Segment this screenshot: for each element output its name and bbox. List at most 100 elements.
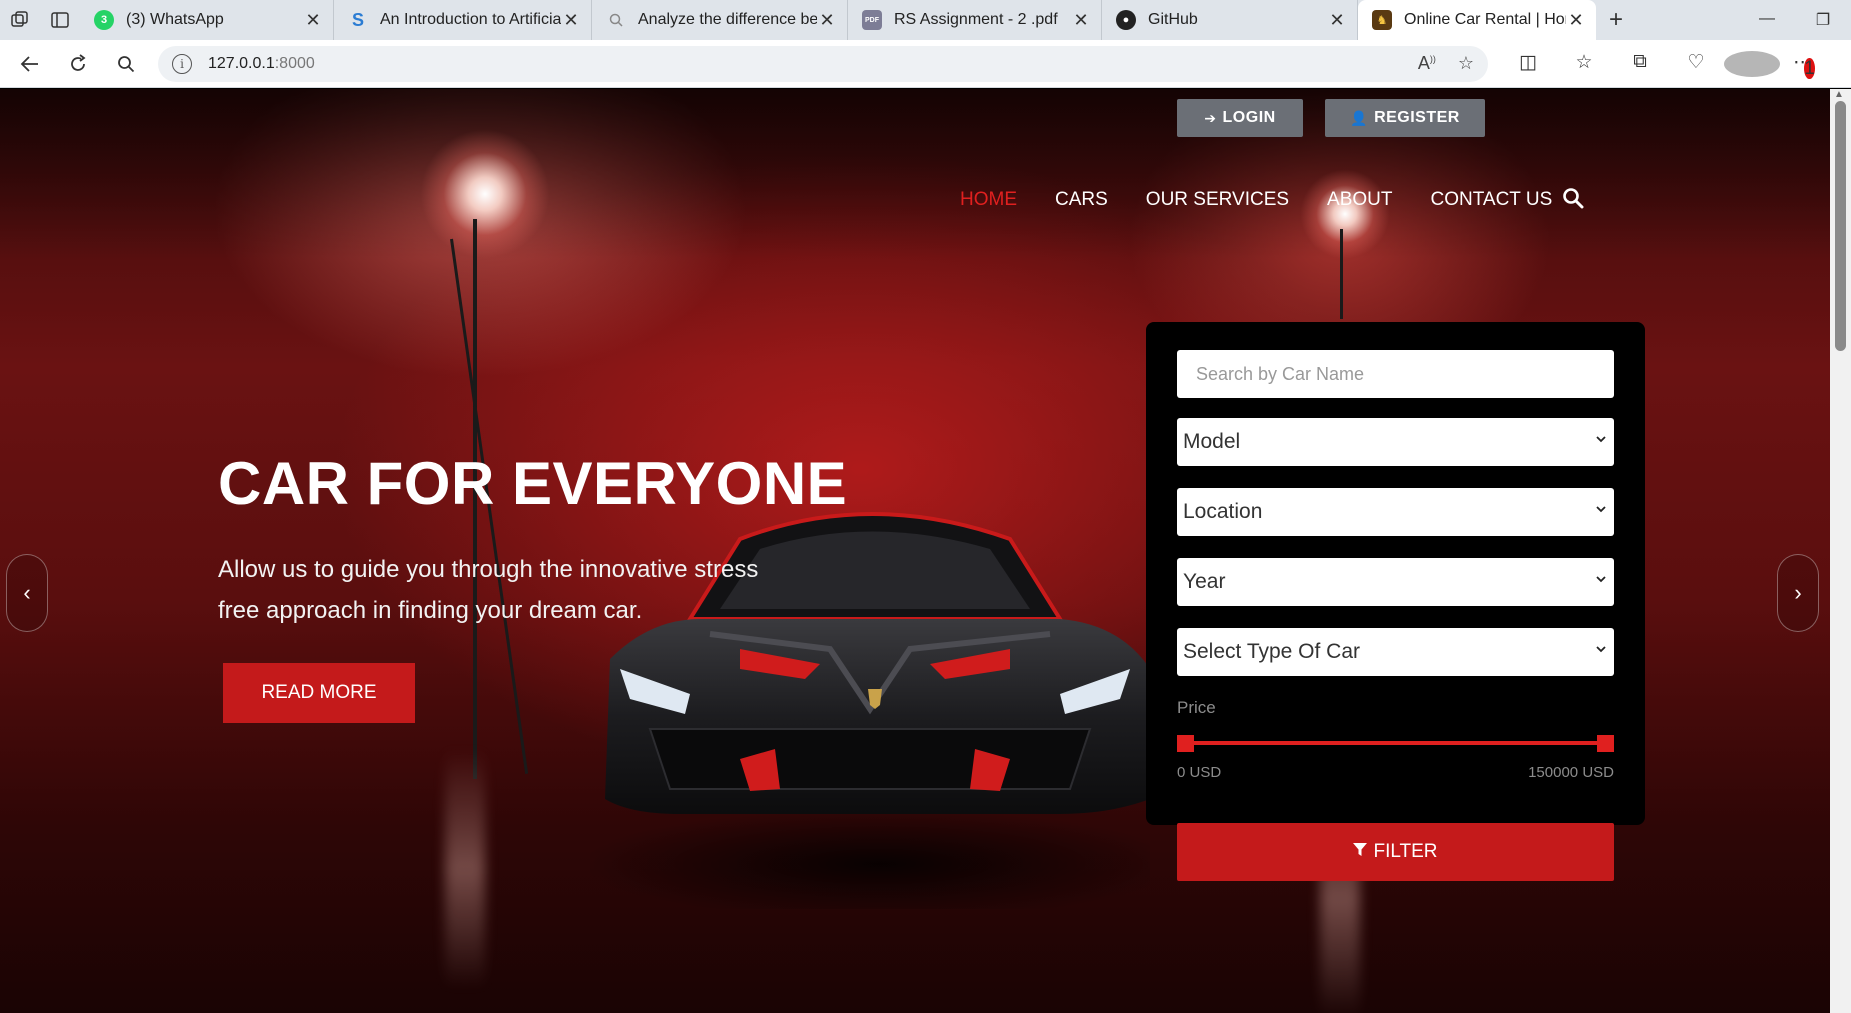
profile-avatar[interactable] — [1724, 50, 1780, 77]
login-button[interactable]: ➔ LOGIN — [1177, 99, 1303, 137]
whatsapp-icon: 3 — [94, 10, 114, 30]
filter-button-label: FILTER — [1373, 841, 1438, 862]
main-nav: HOME CARS OUR SERVICES ABOUT CONTACT US — [960, 189, 1590, 211]
browser-tab-analyze[interactable]: Analyze the difference bet ✕ — [592, 0, 848, 40]
collections-icon[interactable]: ⧉ — [1612, 51, 1668, 77]
register-button[interactable]: 👤 REGISTER — [1325, 99, 1485, 137]
search-icon[interactable] — [102, 40, 150, 88]
model-select-value: Model — [1183, 430, 1241, 453]
hero-title: CAR FOR EVERYONE — [218, 450, 848, 517]
filter-funnel-icon — [1353, 842, 1368, 862]
browser-tab-strip: 3 (3) WhatsApp ✕ S An Introduction to Ar… — [0, 0, 1851, 40]
close-tab-icon[interactable]: ✕ — [1566, 10, 1586, 31]
chevron-left-icon: ‹ — [23, 580, 31, 605]
price-range-track — [1185, 741, 1606, 745]
favorites-icon[interactable]: ☆ — [1556, 51, 1612, 77]
omnibox-actions: A)) ☆ — [1418, 53, 1474, 74]
hero-section: ➔ LOGIN 👤 REGISTER HOME CARS OUR SERVICES … — [0, 89, 1830, 1013]
sports-car-image — [590, 512, 1150, 909]
nav-about[interactable]: ABOUT — [1327, 189, 1392, 211]
url-text: 127.0.0.1:8000 — [208, 55, 315, 73]
location-select[interactable]: Location — [1177, 488, 1614, 536]
price-min-value: 0 USD — [1177, 764, 1222, 781]
browser-tab-whatsapp[interactable]: 3 (3) WhatsApp ✕ — [80, 0, 334, 40]
car-type-select[interactable]: Select Type Of Car — [1177, 628, 1614, 676]
chevron-down-icon — [1596, 646, 1606, 653]
carousel-next-button[interactable]: › — [1777, 554, 1819, 632]
floor-reflection — [445, 749, 485, 989]
url-host: 127.0.0.1 — [208, 54, 275, 72]
chevron-down-icon — [1596, 436, 1606, 443]
page-scrollbar[interactable]: ▲ — [1830, 89, 1851, 1013]
close-tab-icon[interactable]: ✕ — [1071, 10, 1091, 31]
close-tab-icon[interactable]: ✕ — [303, 10, 323, 31]
browser-tab-car-rental[interactable]: ♞ Online Car Rental | Home ✕ — [1358, 0, 1596, 40]
new-tab-icon[interactable]: + — [1596, 6, 1636, 34]
tab-title: RS Assignment - 2 .pdf — [894, 11, 1058, 28]
tab-title: Analyze the difference bet — [638, 11, 817, 28]
scroll-up-icon[interactable]: ▲ — [1834, 89, 1844, 100]
year-select[interactable]: Year — [1177, 558, 1614, 606]
chevron-right-icon: › — [1794, 580, 1802, 605]
model-select[interactable]: Model — [1177, 418, 1614, 466]
tab-title: GitHub — [1148, 11, 1198, 28]
maximize-icon[interactable]: ❐ — [1795, 10, 1851, 30]
browser-tab-ai-intro[interactable]: S An Introduction to Artificia ✕ — [334, 0, 592, 40]
close-tab-icon[interactable]: ✕ — [561, 10, 581, 31]
nav-cars[interactable]: CARS — [1055, 189, 1108, 211]
minimize-icon[interactable]: — — [1739, 10, 1795, 30]
close-tab-icon[interactable]: ✕ — [1327, 10, 1347, 31]
browser-tab-pdf[interactable]: PDF RS Assignment - 2 .pdf ✕ — [848, 0, 1102, 40]
carousel-prev-button[interactable]: ‹ — [6, 554, 48, 632]
price-max-value: 150000 USD — [1528, 764, 1614, 781]
settings-more-icon[interactable]: ⋯1 — [1780, 51, 1836, 79]
site-info-icon[interactable]: i — [172, 53, 192, 74]
login-label: LOGIN — [1222, 109, 1276, 126]
price-range-slider[interactable] — [1177, 732, 1614, 754]
sharepoint-icon: S — [351, 9, 364, 30]
read-aloud-icon[interactable]: A)) — [1418, 53, 1436, 74]
search-placeholder: Search by Car Name — [1196, 363, 1365, 384]
reload-icon[interactable] — [54, 40, 102, 88]
tab-actions-icon[interactable] — [40, 0, 80, 40]
close-tab-icon[interactable]: ✕ — [817, 10, 837, 31]
location-select-value: Location — [1183, 500, 1263, 523]
scrollbar-thumb[interactable] — [1835, 101, 1846, 351]
site-logo-icon: ♞ — [1372, 10, 1392, 30]
tab-title: An Introduction to Artificia — [380, 11, 561, 28]
car-filter-panel: Search by Car Name Model Location Year S… — [1146, 322, 1645, 881]
tab-title: (3) WhatsApp — [126, 11, 224, 28]
github-icon: ● — [1116, 10, 1136, 30]
nav-contact-us[interactable]: CONTACT US — [1431, 189, 1553, 211]
address-bar[interactable]: i 127.0.0.1:8000 A)) ☆ — [158, 45, 1488, 82]
favorite-star-icon[interactable]: ☆ — [1458, 53, 1474, 74]
nav-our-services[interactable]: OUR SERVICES — [1146, 189, 1289, 211]
price-range-values: 0 USD 150000 USD — [1177, 764, 1614, 781]
notification-badge: 1 — [1804, 57, 1815, 79]
chevron-down-icon — [1596, 576, 1606, 583]
car-type-select-value: Select Type Of Car — [1183, 640, 1361, 663]
year-select-value: Year — [1183, 570, 1226, 593]
browser-tab-github[interactable]: ● GitHub ✕ — [1102, 0, 1358, 40]
hero-subtitle: Allow us to guide you through the innova… — [218, 556, 759, 624]
read-more-button[interactable]: READ MORE — [223, 663, 415, 723]
car-name-search-input[interactable]: Search by Car Name — [1177, 350, 1614, 398]
filter-button[interactable]: FILTER — [1177, 823, 1614, 881]
back-icon[interactable] — [6, 40, 54, 88]
price-max-handle[interactable] — [1597, 735, 1614, 752]
user-plus-icon: 👤 — [1350, 109, 1369, 126]
browser-essentials-icon[interactable]: ♡ — [1668, 51, 1724, 77]
workspaces-icon[interactable] — [0, 0, 40, 40]
price-min-handle[interactable] — [1177, 735, 1194, 752]
split-screen-icon[interactable]: ◫ — [1500, 51, 1556, 77]
pdf-icon: PDF — [862, 10, 882, 30]
toolbar-icons: ◫ ☆ ⧉ ♡ ⋯1 — [1500, 50, 1836, 79]
search-icon[interactable] — [1562, 187, 1584, 209]
url-port: :8000 — [274, 54, 315, 72]
window-controls: — ❐ — [1739, 10, 1851, 30]
browser-toolbar: i 127.0.0.1:8000 A)) ☆ ◫ ☆ ⧉ ♡ ⋯1 — [0, 40, 1851, 88]
light-stand-right — [1340, 229, 1343, 319]
nav-home[interactable]: HOME — [960, 189, 1017, 211]
search-icon — [606, 10, 626, 30]
tab-title: Online Car Rental | Home — [1404, 11, 1566, 28]
